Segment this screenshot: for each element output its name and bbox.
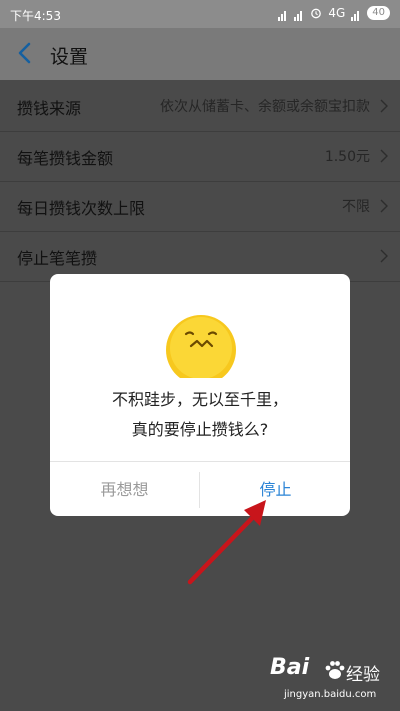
setting-label: 每笔攒钱金额	[17, 149, 114, 168]
setting-row-amount-per-save[interactable]: 每笔攒钱金额 1.50元	[0, 132, 400, 182]
reconsider-button[interactable]: 再想想	[50, 462, 199, 516]
setting-value: 1.50元	[324, 149, 370, 165]
watermark-sub: 经验	[346, 665, 380, 685]
watermark-brand: Bai	[270, 655, 310, 680]
battery-icon: 40	[367, 6, 390, 20]
alarm-icon	[311, 8, 322, 19]
annotation-arrow	[187, 500, 266, 585]
watermark-url: jingyan.baidu.com	[284, 689, 377, 700]
settings-list: 攒钱来源 依次从储蓄卡、余额或余额宝扣款 每笔攒钱金额 1.50元 每日攒钱次数…	[0, 82, 400, 282]
chevron-right-icon	[380, 249, 388, 263]
setting-row-daily-limit[interactable]: 每日攒钱次数上限 不限	[0, 182, 400, 232]
chevron-right-icon	[380, 199, 388, 213]
setting-value: 不限	[342, 199, 370, 215]
chevron-right-icon	[380, 99, 388, 113]
app-header: 设置	[0, 28, 400, 80]
worried-face-icon	[166, 315, 236, 378]
paw-icon	[325, 661, 345, 679]
network-type: 4G	[328, 6, 346, 20]
back-arrow-icon[interactable]	[14, 40, 36, 66]
signal-icon	[294, 7, 304, 21]
signal-icon	[278, 7, 288, 21]
dialog-message-line1: 不积跬步，无以至千里，	[111, 390, 288, 409]
page-title: 设置	[50, 46, 89, 68]
stop-saving-dialog: 不积跬步，无以至千里， 真的要停止攒钱么? 再想想 停止	[50, 274, 350, 516]
status-icons: 4G 40	[278, 6, 390, 21]
status-time: 下午4:53	[10, 9, 61, 23]
chevron-right-icon	[380, 149, 388, 163]
setting-label: 攒钱来源	[17, 99, 82, 118]
setting-row-savings-source[interactable]: 攒钱来源 依次从储蓄卡、余额或余额宝扣款	[0, 82, 400, 132]
mobile-signal-icon	[351, 7, 361, 21]
setting-value: 依次从储蓄卡、余额或余额宝扣款	[160, 99, 370, 115]
baidu-watermark: Bai 经验 jingyan.baidu.com	[270, 655, 395, 709]
status-bar: 下午4:53 4G 40	[0, 0, 400, 28]
dialog-message-line2: 真的要停止攒钱么?	[131, 420, 269, 439]
setting-label: 停止笔笔攒	[17, 249, 98, 268]
setting-label: 每日攒钱次数上限	[17, 199, 146, 218]
